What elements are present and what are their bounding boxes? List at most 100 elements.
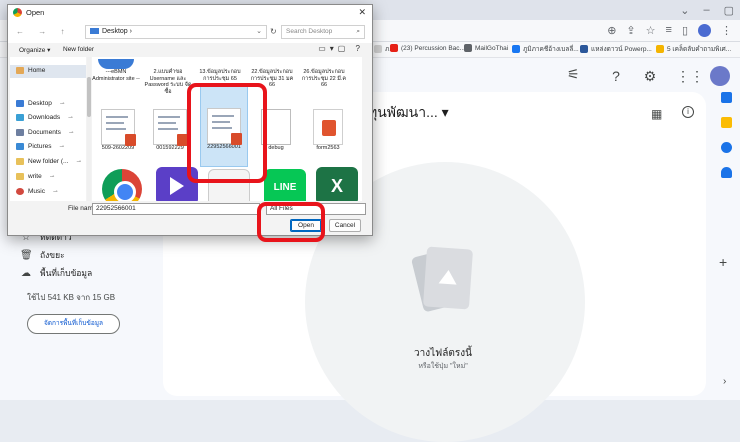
excel-label: X — [330, 176, 343, 196]
music-icon — [16, 188, 24, 195]
bookmark-label: ภูมิภาคชีอ้างเบลลี่... — [523, 46, 579, 53]
grid-view-icon[interactable]: ▦ — [651, 107, 662, 121]
avatar[interactable] — [710, 66, 730, 86]
reading-list-icon[interactable]: ≡ — [666, 24, 672, 37]
pin-icon: ⊸ — [49, 173, 55, 180]
excel-icon[interactable]: X — [316, 167, 358, 201]
nav-item-label: ถังขยะ — [40, 250, 65, 260]
sidebar-item-new-folder[interactable]: New folder (... ⊸ — [16, 158, 81, 165]
folder-icon — [16, 158, 24, 165]
add-icon[interactable]: + — [719, 254, 727, 270]
pdf-file-icon — [153, 109, 188, 146]
minimize-icon[interactable]: – — [703, 4, 709, 17]
sidebar-item-desktop[interactable]: Desktop ⊸ — [16, 100, 64, 107]
cancel-button[interactable]: Cancel — [329, 219, 361, 232]
file-item[interactable]: form2563 — [304, 109, 352, 152]
file-item[interactable]: 509-2602209 — [94, 109, 142, 152]
search-icon: ⌕ — [356, 28, 360, 35]
sidebar-item-pictures[interactable]: Pictures ⊸ — [16, 143, 64, 150]
sidebar-item-downloads[interactable]: Downloads ⊸ — [16, 114, 73, 121]
file-item[interactable]: 26.ข้อมูลประกอบ การประชุม 22 มี.ค 66 — [300, 69, 348, 89]
chevron-down-icon[interactable]: ⌄ — [680, 4, 689, 17]
sidebar-item-write[interactable]: write ⊸ — [16, 173, 54, 180]
zoom-icon[interactable]: ⊕ — [607, 24, 616, 37]
nav-arrows-icon[interactable]: ← → ↑ — [16, 27, 70, 36]
bookmark-item[interactable]: (23) Percussion Bac... — [390, 44, 465, 52]
dialog-title: Open — [26, 8, 45, 17]
scrollbar-thumb[interactable] — [87, 77, 91, 117]
bookmark-item[interactable]: แหล่งดาวน์ Powerp... — [580, 44, 652, 54]
refresh-icon[interactable]: ↻ — [270, 27, 277, 36]
pdf-file-icon — [313, 109, 343, 145]
home-icon — [16, 67, 24, 74]
close-icon[interactable]: ✕ — [358, 7, 366, 18]
organize-button[interactable]: Organize ▾ — [19, 46, 50, 54]
bookmark-item[interactable]: 5 เคล็ดลับคำถามพิเศ... — [656, 44, 731, 54]
line-app-icon[interactable]: LINE — [264, 169, 306, 201]
contacts-icon[interactable] — [720, 167, 732, 178]
sidebar-item-label: Documents — [28, 129, 61, 136]
file-label: 26.ข้อมูลประกอบ การประชุม 22 มี.ค 66 — [301, 69, 347, 88]
trash-icon: 🗑 — [20, 249, 33, 261]
pictures-icon — [16, 143, 24, 150]
calendar-icon[interactable] — [720, 92, 732, 103]
chevron-down-icon[interactable]: ⌄ — [256, 26, 262, 38]
sidebar-item-label: Desktop — [28, 100, 52, 107]
file-item[interactable]: 13.ข้อมูลประกอบ การประชุม 65 — [196, 69, 244, 82]
address-bar-icons: ⊕ ⇪ ☆ ≡ ▯ ⋮ — [607, 24, 732, 37]
chevron-right-icon[interactable]: › — [723, 376, 726, 387]
file-item[interactable]: ---eBMN Administrator site -- — [92, 59, 140, 82]
sidebar-scrollbar[interactable] — [87, 57, 91, 201]
dialog-sidebar: Home Desktop ⊸ Downloads ⊸ Documents ⊸ Pict… — [10, 57, 86, 201]
file-name-input[interactable]: 22952566001 — [92, 203, 260, 215]
side-panel-icon[interactable]: ▯ — [682, 24, 688, 37]
bookmark-icon — [374, 45, 382, 53]
profile-avatar[interactable] — [698, 24, 711, 37]
drop-zone-title: วางไฟล์ตรงนี้ — [414, 348, 472, 359]
sidebar-item-music[interactable]: Music ⊸ — [16, 188, 58, 195]
help-icon[interactable]: ? — [608, 68, 624, 84]
cloud-icon: ☁ — [21, 267, 31, 279]
sidebar-item-documents[interactable]: Documents ⊸ — [16, 129, 73, 136]
search-placeholder: Search Desktop — [286, 28, 333, 35]
highlight-selected-file — [187, 83, 267, 183]
drive-logo-icon — [422, 246, 474, 310]
star-icon[interactable]: ☆ — [646, 24, 656, 37]
share-icon[interactable]: ⇪ — [626, 24, 635, 37]
bookmark-icon — [580, 45, 588, 53]
filter-icon[interactable]: ⚟ — [567, 66, 580, 83]
nav-item-trash[interactable]: 🗑 ถังขยะ — [20, 246, 160, 264]
new-folder-button[interactable]: New folder — [63, 46, 94, 53]
gear-icon[interactable]: ⚙ — [642, 68, 658, 84]
window-controls: ⌄ – ▢ — [680, 4, 734, 17]
view-options-icon[interactable]: ▭▾▢ ? — [318, 44, 364, 53]
bookmark-label: (23) Percussion Bac... — [401, 44, 465, 52]
info-icon[interactable]: i — [682, 106, 694, 118]
globe-icon — [464, 44, 472, 52]
chrome-icon[interactable] — [102, 169, 142, 201]
page-title[interactable]: ทุนพัฒนา... ▾ — [368, 102, 449, 124]
dialog-nav-bar: ← → ↑ Desktop › ⌄ ↻ Search Desktop ⌕ — [8, 21, 372, 43]
file-item[interactable]: 2.แบบคำขอ Username และ Password ระบบ จัด… — [144, 69, 192, 95]
nav-item-storage[interactable]: ☁ พื้นที่เก็บข้อมูล — [20, 264, 160, 282]
pin-icon: ⊸ — [59, 143, 65, 150]
tasks-icon[interactable] — [720, 142, 732, 153]
file-label: ---eBMN Administrator site -- — [92, 69, 140, 82]
path-text: Desktop › — [102, 28, 132, 35]
bookmark-icon — [656, 45, 664, 53]
apps-grid-icon[interactable]: ⋮⋮ — [676, 68, 704, 84]
top-right-icons: ? ⚙ ⋮⋮ — [608, 66, 730, 86]
manage-storage-button[interactable]: จัดการพื้นที่เก็บข้อมูล — [27, 314, 120, 334]
left-nav: ☆ ที่ติดดาว 🗑 ถังขยะ ☁ พื้นที่เก็บข้อมูล — [20, 228, 160, 282]
sidebar-item-home[interactable]: Home — [16, 67, 45, 74]
path-bar[interactable]: Desktop › ⌄ — [85, 25, 267, 39]
sidebar-item-label: Home — [28, 67, 46, 74]
menu-icon[interactable]: ⋮ — [721, 24, 732, 37]
bookmark-item[interactable]: ภูมิภาคชีอ้างเบลลี่... — [512, 44, 579, 54]
maximize-icon[interactable]: ▢ — [724, 4, 734, 17]
search-input[interactable]: Search Desktop ⌕ — [281, 25, 365, 39]
sidebar-item-label: write — [28, 173, 42, 180]
documents-icon — [16, 129, 24, 136]
bookmark-item[interactable]: MailGoThai — [464, 44, 508, 52]
keep-icon[interactable] — [720, 117, 732, 128]
